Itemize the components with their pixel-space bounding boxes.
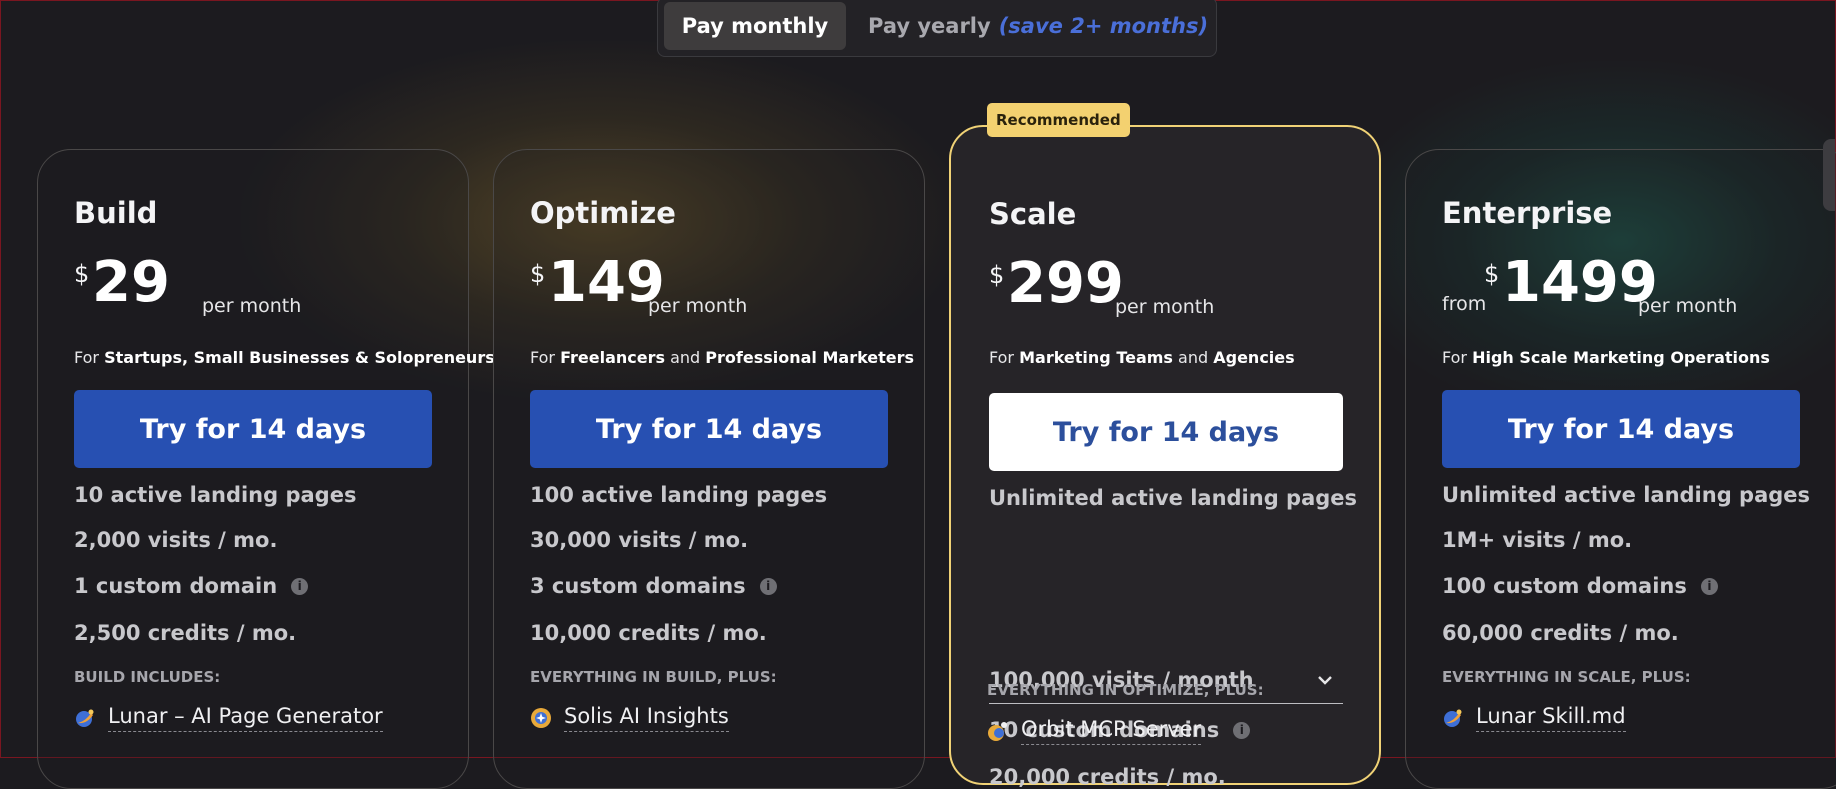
addon-link[interactable]: Lunar Skill.md <box>1476 704 1626 732</box>
plan-name: Enterprise <box>1442 196 1613 230</box>
includes-label: EVERYTHING IN SCALE, PLUS: <box>1442 668 1691 686</box>
scroll-handle[interactable] <box>1823 139 1835 211</box>
price-period: per month <box>1638 295 1738 317</box>
audience-segment: Agencies <box>1213 348 1295 367</box>
currency-symbol: $ <box>989 261 1005 289</box>
chevron-down-icon <box>1318 675 1332 685</box>
info-icon[interactable]: i <box>1700 577 1718 595</box>
audience-segment: High Scale Marketing Operations <box>1472 348 1770 367</box>
addon-item: Solis AI Insights <box>530 704 729 732</box>
lunar-icon <box>76 709 94 727</box>
plan-card-optimize: Optimize $ 149 per month For Freelancers… <box>493 149 925 789</box>
custom-domains-text: 3 custom domains <box>530 574 746 598</box>
plan-audience: For High Scale Marketing Operations <box>1442 348 1770 367</box>
audience-prefix: For <box>74 348 105 367</box>
price-amount: 299 <box>1007 251 1124 316</box>
recommended-badge: Recommended <box>987 103 1130 137</box>
audience-joiner: and <box>665 348 706 367</box>
feature-custom-domains: 1 custom domain i <box>74 574 309 598</box>
addon-link[interactable]: Orbit MCP Server <box>1021 717 1202 745</box>
currency-symbol: $ <box>1484 260 1500 288</box>
feature-credits: 20,000 credits / mo. <box>989 765 1226 789</box>
try-enterprise-button[interactable]: Try for 14 days <box>1442 390 1800 468</box>
feature-landing-pages: 10 active landing pages <box>74 483 357 507</box>
includes-label: EVERYTHING IN BUILD, PLUS: <box>530 668 777 686</box>
addon-item: Lunar Skill.md <box>1442 704 1626 732</box>
try-optimize-button[interactable]: Try for 14 days <box>530 390 888 468</box>
plan-audience: For Freelancers and Professional Markete… <box>530 348 914 367</box>
feature-landing-pages: Unlimited active landing pages <box>1442 483 1811 507</box>
try-scale-button[interactable]: Try for 14 days <box>989 393 1343 471</box>
plan-name: Scale <box>989 197 1077 231</box>
feature-landing-pages: 100 active landing pages <box>530 483 828 507</box>
info-icon[interactable]: i <box>1233 721 1251 739</box>
plan-audience: For Startups, Small Businesses & Solopre… <box>74 348 495 367</box>
info-icon[interactable]: i <box>291 577 309 595</box>
orbit-icon <box>988 722 1007 741</box>
addon-link[interactable]: Lunar – AI Page Generator <box>108 704 383 732</box>
plan-card-enterprise: Enterprise from $ 1499 per month For Hig… <box>1405 149 1836 789</box>
audience-joiner: and <box>1172 348 1214 367</box>
addon-item: Lunar – AI Page Generator <box>74 704 383 732</box>
pay-yearly-option[interactable]: Pay yearly (save 2+ months) <box>868 2 1208 50</box>
feature-credits: 2,500 credits / mo. <box>74 621 297 645</box>
feature-custom-domains: 100 custom domains i <box>1442 574 1718 598</box>
price-amount: 1499 <box>1502 250 1658 315</box>
audience-segment: Startups, Small Businesses & Solopreneur… <box>104 348 495 367</box>
includes-label: BUILD INCLUDES: <box>74 668 221 686</box>
audience-segment: Marketing Teams <box>1019 348 1173 367</box>
plan-card-build: Build $ 29 per month For Startups, Small… <box>37 149 495 789</box>
price-amount: 29 <box>92 250 170 315</box>
price-period: per month <box>1115 296 1215 318</box>
plan-name: Build <box>74 196 158 230</box>
addon-link[interactable]: Solis AI Insights <box>564 704 729 732</box>
scale-includes-label: EVERYTHING IN OPTIMIZE, PLUS: <box>987 681 1264 699</box>
audience-prefix: For <box>1442 348 1473 367</box>
try-build-button[interactable]: Try for 14 days <box>74 390 432 468</box>
currency-symbol: $ <box>74 260 90 288</box>
lunar-skill-icon <box>1444 709 1462 727</box>
solis-icon <box>531 708 551 728</box>
feature-visits: 2,000 visits / mo. <box>74 528 278 552</box>
yearly-savings-note: (save 2+ months) <box>998 14 1209 38</box>
info-icon[interactable]: i <box>759 577 777 595</box>
audience-prefix: For <box>989 348 1020 367</box>
feature-visits: 1M+ visits / mo. <box>1442 528 1633 552</box>
pay-yearly-label: Pay yearly <box>868 14 991 38</box>
scale-addon-item: Orbit MCP Server <box>987 717 1202 745</box>
plan-audience: For Marketing Teams and Agencies <box>989 348 1295 367</box>
pay-monthly-option[interactable]: Pay monthly <box>664 2 846 50</box>
feature-landing-pages: Unlimited active landing pages <box>989 486 1358 510</box>
price-period: per month <box>202 295 302 317</box>
feature-custom-domains: 3 custom domains i <box>530 574 777 598</box>
price-from-label: from <box>1442 293 1487 315</box>
custom-domains-text: 1 custom domain <box>74 574 278 598</box>
audience-segment: Professional Marketers <box>705 348 915 367</box>
currency-symbol: $ <box>530 260 546 288</box>
audience-prefix: For <box>530 348 561 367</box>
feature-credits: 10,000 credits / mo. <box>530 621 767 645</box>
price-period: per month <box>648 295 748 317</box>
plan-name: Optimize <box>530 196 676 230</box>
billing-toggle: Pay monthly Pay yearly (save 2+ months) <box>657 0 1217 57</box>
feature-visits: 30,000 visits / mo. <box>530 528 749 552</box>
audience-segment: Freelancers <box>560 348 666 367</box>
feature-credits: 60,000 credits / mo. <box>1442 621 1679 645</box>
custom-domains-text: 100 custom domains <box>1442 574 1687 598</box>
